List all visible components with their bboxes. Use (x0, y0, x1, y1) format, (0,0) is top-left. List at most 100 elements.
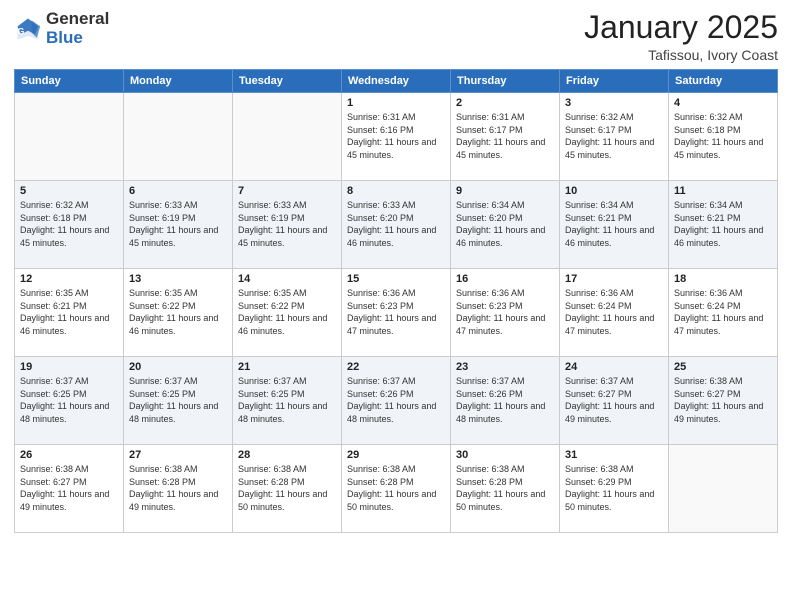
day-number: 26 (20, 449, 118, 461)
calendar-cell: 14 Sunrise: 6:35 AM Sunset: 6:22 PM Dayli… (233, 269, 342, 357)
weekday-header-row: SundayMondayTuesdayWednesdayThursdayFrid… (15, 70, 778, 93)
logo-general: General Blue (46, 10, 109, 47)
day-info: Sunrise: 6:36 AM Sunset: 6:24 PM Dayligh… (674, 287, 772, 337)
day-info: Sunrise: 6:31 AM Sunset: 6:17 PM Dayligh… (456, 111, 554, 161)
day-number: 1 (347, 97, 445, 109)
day-number: 29 (347, 449, 445, 461)
day-number: 27 (129, 449, 227, 461)
calendar-cell (15, 93, 124, 181)
calendar-cell: 3 Sunrise: 6:32 AM Sunset: 6:17 PM Daylig… (560, 93, 669, 181)
day-info: Sunrise: 6:36 AM Sunset: 6:23 PM Dayligh… (456, 287, 554, 337)
day-info: Sunrise: 6:38 AM Sunset: 6:27 PM Dayligh… (674, 375, 772, 425)
day-info: Sunrise: 6:32 AM Sunset: 6:17 PM Dayligh… (565, 111, 663, 161)
svg-text:G: G (18, 26, 25, 36)
day-info: Sunrise: 6:37 AM Sunset: 6:26 PM Dayligh… (456, 375, 554, 425)
day-number: 16 (456, 273, 554, 285)
day-number: 30 (456, 449, 554, 461)
day-info: Sunrise: 6:34 AM Sunset: 6:21 PM Dayligh… (565, 199, 663, 249)
weekday-header-friday: Friday (560, 70, 669, 93)
day-number: 22 (347, 361, 445, 373)
day-number: 14 (238, 273, 336, 285)
calendar-cell: 17 Sunrise: 6:36 AM Sunset: 6:24 PM Dayli… (560, 269, 669, 357)
day-number: 2 (456, 97, 554, 109)
day-number: 6 (129, 185, 227, 197)
weekday-header-saturday: Saturday (669, 70, 778, 93)
calendar-cell: 25Sunrise: 6:38 AM Sunset: 6:27 PM Dayli… (669, 357, 778, 445)
day-info: Sunrise: 6:34 AM Sunset: 6:20 PM Dayligh… (456, 199, 554, 249)
calendar-cell: 10 Sunrise: 6:34 AM Sunset: 6:21 PM Dayli… (560, 181, 669, 269)
day-number: 11 (674, 185, 772, 197)
weekday-header-monday: Monday (124, 70, 233, 93)
day-info: Sunrise: 6:35 AM Sunset: 6:21 PM Dayligh… (20, 287, 118, 337)
calendar-cell: 9 Sunrise: 6:34 AM Sunset: 6:20 PM Daylig… (451, 181, 560, 269)
calendar-cell: 11 Sunrise: 6:34 AM Sunset: 6:21 PM Dayli… (669, 181, 778, 269)
calendar-cell (124, 93, 233, 181)
day-number: 17 (565, 273, 663, 285)
day-number: 23 (456, 361, 554, 373)
calendar-cell: 1Sunrise: 6:31 AM Sunset: 6:16 PM Daylig… (342, 93, 451, 181)
week-row-3: 12 Sunrise: 6:35 AM Sunset: 6:21 PM Dayli… (15, 269, 778, 357)
day-number: 5 (20, 185, 118, 197)
calendar-cell: 4Sunrise: 6:32 AM Sunset: 6:18 PM Daylig… (669, 93, 778, 181)
calendar-cell: 5 Sunrise: 6:32 AM Sunset: 6:18 PM Daylig… (15, 181, 124, 269)
weekday-header-wednesday: Wednesday (342, 70, 451, 93)
day-number: 24 (565, 361, 663, 373)
day-info: Sunrise: 6:36 AM Sunset: 6:23 PM Dayligh… (347, 287, 445, 337)
title-block: January 2025 Tafissou, Ivory Coast (584, 10, 778, 63)
day-number: 8 (347, 185, 445, 197)
day-info: Sunrise: 6:33 AM Sunset: 6:19 PM Dayligh… (129, 199, 227, 249)
page: G General Blue January 2025 Tafissou, Iv… (0, 0, 792, 612)
calendar-cell: 26 Sunrise: 6:38 AM Sunset: 6:27 PM Dayli… (15, 445, 124, 533)
day-info: Sunrise: 6:32 AM Sunset: 6:18 PM Dayligh… (674, 111, 772, 161)
calendar-cell (233, 93, 342, 181)
week-row-5: 26 Sunrise: 6:38 AM Sunset: 6:27 PM Dayli… (15, 445, 778, 533)
month-title: January 2025 (584, 10, 778, 45)
calendar-cell: 23 Sunrise: 6:37 AM Sunset: 6:26 PM Dayli… (451, 357, 560, 445)
day-info: Sunrise: 6:37 AM Sunset: 6:25 PM Dayligh… (129, 375, 227, 425)
day-info: Sunrise: 6:32 AM Sunset: 6:18 PM Dayligh… (20, 199, 118, 249)
calendar-cell: 21Sunrise: 6:37 AM Sunset: 6:25 PM Dayli… (233, 357, 342, 445)
day-number: 10 (565, 185, 663, 197)
week-row-4: 19 Sunrise: 6:37 AM Sunset: 6:25 PM Dayli… (15, 357, 778, 445)
day-info: Sunrise: 6:36 AM Sunset: 6:24 PM Dayligh… (565, 287, 663, 337)
day-info: Sunrise: 6:38 AM Sunset: 6:27 PM Dayligh… (20, 463, 118, 513)
day-number: 19 (20, 361, 118, 373)
day-info: Sunrise: 6:38 AM Sunset: 6:28 PM Dayligh… (129, 463, 227, 513)
logo-text-block: General Blue (46, 10, 109, 47)
day-number: 31 (565, 449, 663, 461)
day-number: 7 (238, 185, 336, 197)
day-info: Sunrise: 6:38 AM Sunset: 6:28 PM Dayligh… (347, 463, 445, 513)
logo-icon: G (14, 15, 42, 43)
week-row-2: 5 Sunrise: 6:32 AM Sunset: 6:18 PM Daylig… (15, 181, 778, 269)
calendar-cell: 24 Sunrise: 6:37 AM Sunset: 6:27 PM Dayli… (560, 357, 669, 445)
day-number: 13 (129, 273, 227, 285)
logo: G General Blue (14, 10, 109, 47)
calendar-cell: 2 Sunrise: 6:31 AM Sunset: 6:17 PM Daylig… (451, 93, 560, 181)
calendar-cell: 15 Sunrise: 6:36 AM Sunset: 6:23 PM Dayli… (342, 269, 451, 357)
calendar-cell: 13Sunrise: 6:35 AM Sunset: 6:22 PM Dayli… (124, 269, 233, 357)
calendar-cell: 20 Sunrise: 6:37 AM Sunset: 6:25 PM Dayli… (124, 357, 233, 445)
calendar-cell: 8 Sunrise: 6:33 AM Sunset: 6:20 PM Daylig… (342, 181, 451, 269)
header: G General Blue January 2025 Tafissou, Iv… (14, 10, 778, 63)
calendar-cell: 19Sunrise: 6:37 AM Sunset: 6:25 PM Dayli… (15, 357, 124, 445)
day-info: Sunrise: 6:33 AM Sunset: 6:20 PM Dayligh… (347, 199, 445, 249)
day-info: Sunrise: 6:37 AM Sunset: 6:27 PM Dayligh… (565, 375, 663, 425)
calendar-cell: 18 Sunrise: 6:36 AM Sunset: 6:24 PM Dayli… (669, 269, 778, 357)
day-number: 15 (347, 273, 445, 285)
subtitle: Tafissou, Ivory Coast (584, 47, 778, 63)
calendar-cell: 6 Sunrise: 6:33 AM Sunset: 6:19 PM Daylig… (124, 181, 233, 269)
day-info: Sunrise: 6:34 AM Sunset: 6:21 PM Dayligh… (674, 199, 772, 249)
day-info: Sunrise: 6:37 AM Sunset: 6:25 PM Dayligh… (238, 375, 336, 425)
day-info: Sunrise: 6:35 AM Sunset: 6:22 PM Dayligh… (238, 287, 336, 337)
day-info: Sunrise: 6:38 AM Sunset: 6:28 PM Dayligh… (456, 463, 554, 513)
day-info: Sunrise: 6:33 AM Sunset: 6:19 PM Dayligh… (238, 199, 336, 249)
day-info: Sunrise: 6:38 AM Sunset: 6:28 PM Dayligh… (238, 463, 336, 513)
day-number: 3 (565, 97, 663, 109)
day-number: 18 (674, 273, 772, 285)
calendar-cell: 12 Sunrise: 6:35 AM Sunset: 6:21 PM Dayli… (15, 269, 124, 357)
day-info: Sunrise: 6:38 AM Sunset: 6:29 PM Dayligh… (565, 463, 663, 513)
day-number: 12 (20, 273, 118, 285)
day-number: 28 (238, 449, 336, 461)
day-number: 9 (456, 185, 554, 197)
day-number: 20 (129, 361, 227, 373)
